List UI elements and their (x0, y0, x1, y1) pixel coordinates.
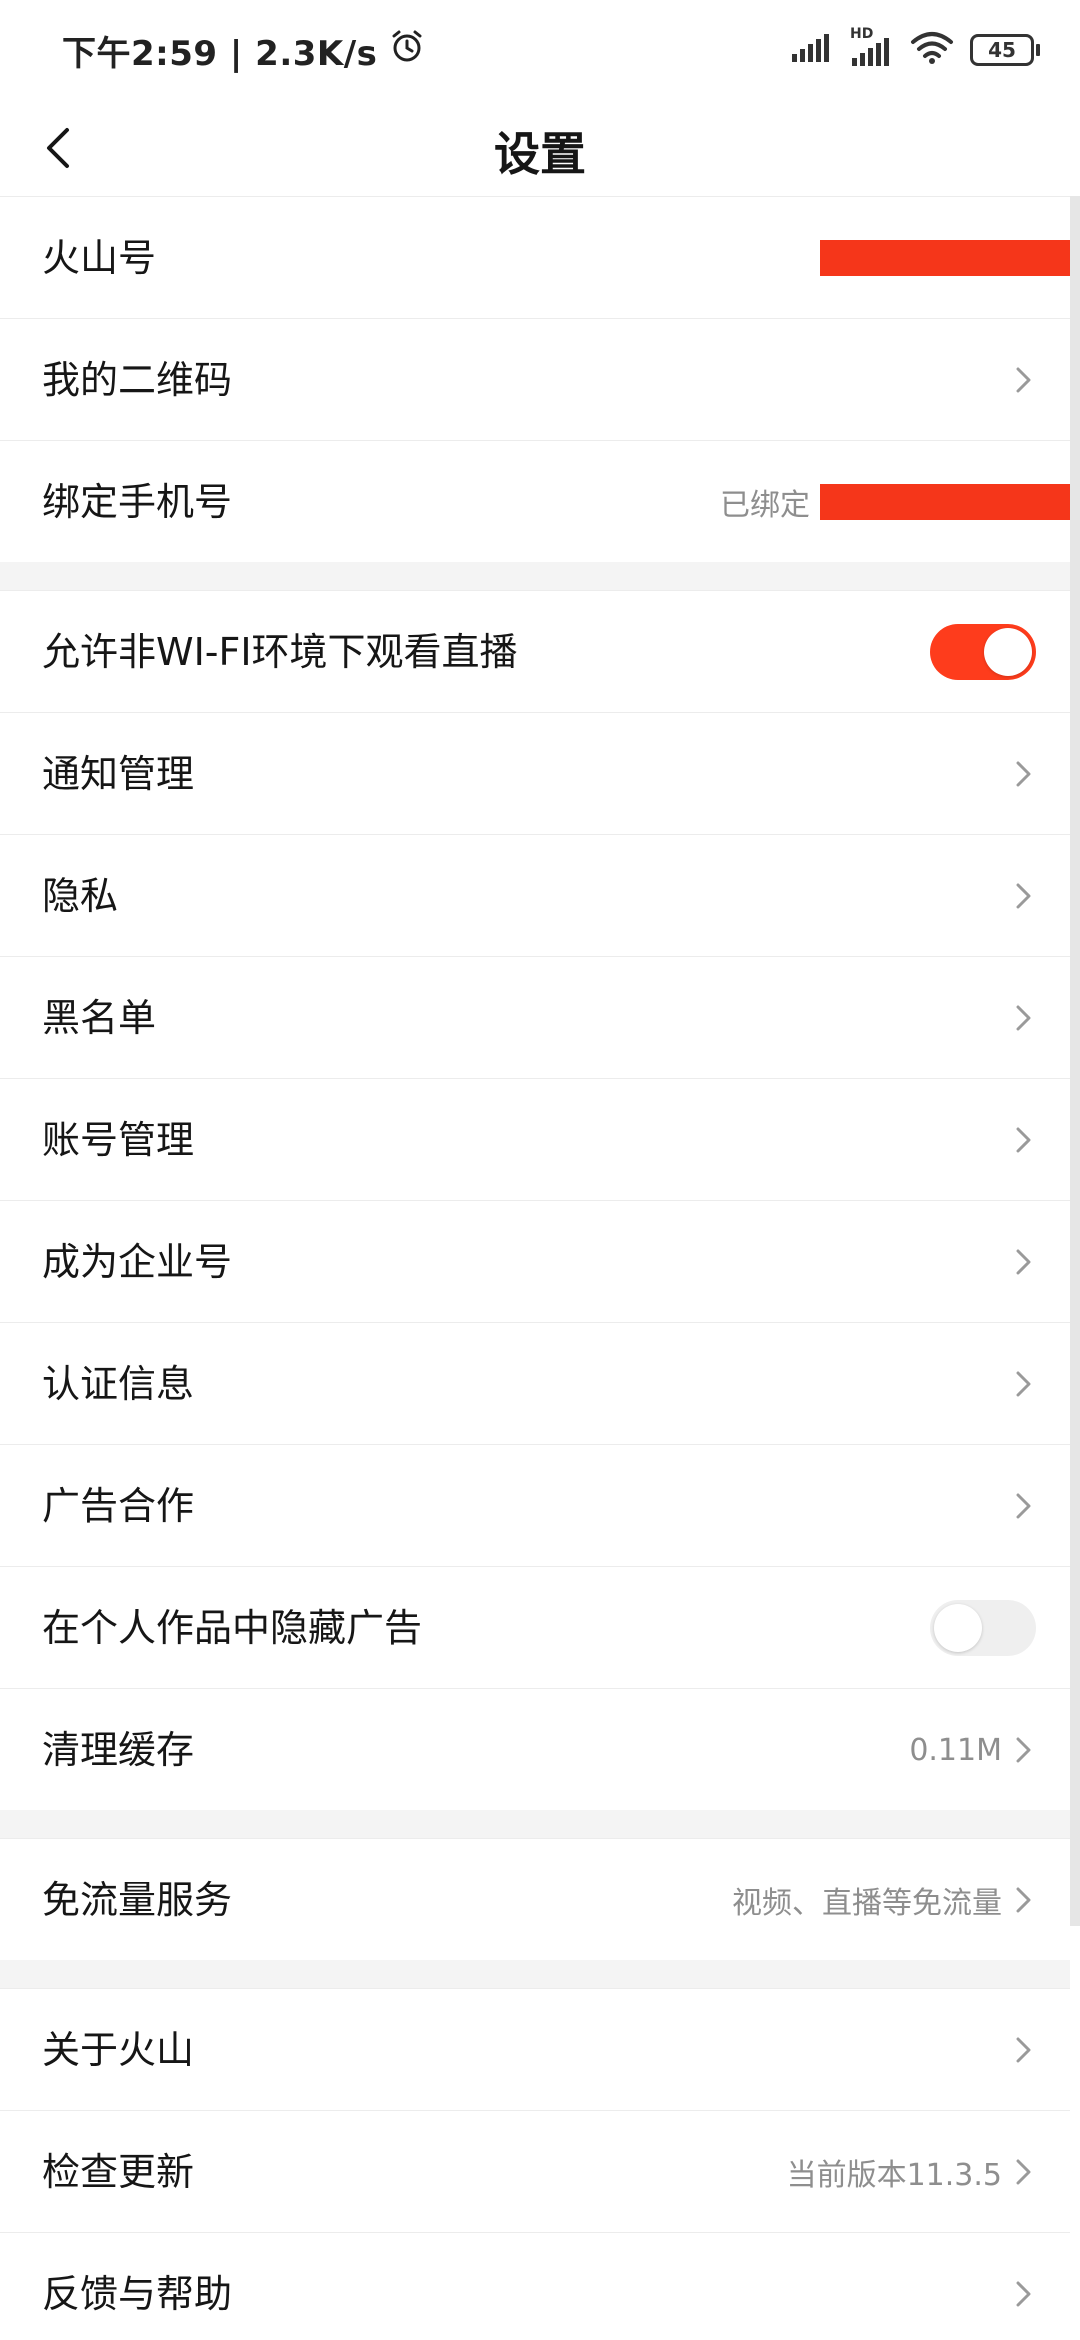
toggle-switch[interactable] (930, 1600, 1036, 1656)
chevron-right-icon (1012, 2279, 1036, 2309)
settings-row-right (1012, 1079, 1036, 1201)
chevron-right-icon (1012, 1125, 1036, 1155)
toggle-knob (934, 1604, 982, 1652)
settings-row-ads-coop[interactable]: 广告合作 (0, 1444, 1070, 1566)
chevron-right-icon (1012, 1369, 1036, 1399)
settings-row-label: 隐私 (42, 874, 119, 918)
chevron-right-icon (1012, 1247, 1036, 1277)
settings-row-free-data[interactable]: 免流量服务 视频、直播等免流量 (0, 1838, 1070, 1960)
settings-row-value: 当前版本11.3.5 (786, 2158, 1002, 2193)
settings-row-value: 已绑定 (720, 488, 810, 523)
chevron-right-icon (1012, 1491, 1036, 1521)
settings-row-label: 我的二维码 (42, 358, 233, 402)
settings-row-huoshan-id[interactable]: 火山号 (0, 196, 1070, 318)
settings-row-value: 视频、直播等免流量 (732, 1886, 1002, 1921)
settings-row-label: 清理缓存 (42, 1728, 195, 1772)
settings-row-right (1012, 2233, 1036, 2340)
section-gap (0, 562, 1070, 590)
scrollbar[interactable] (1070, 196, 1080, 1926)
settings-row-right (1012, 1201, 1036, 1323)
chevron-right-icon (1012, 1735, 1036, 1765)
status-right: HD 45 (790, 26, 1040, 72)
settings-row-hide-ads[interactable]: 在个人作品中隐藏广告 (0, 1566, 1070, 1688)
section-gap (0, 1810, 1070, 1838)
chevron-right-icon (1012, 2157, 1036, 2187)
settings-list: 火山号我的二维码绑定手机号 已绑定允许非WI-FI环境下观看直播 通知管理隐私黑名单… (0, 196, 1070, 2340)
settings-row-value: 0.11M (909, 1732, 1002, 1768)
settings-row-right: 已绑定 (720, 441, 1070, 563)
settings-row-verification[interactable]: 认证信息 (0, 1322, 1070, 1444)
page-title: 设置 (494, 127, 586, 181)
settings-row-blacklist[interactable]: 黑名单 (0, 956, 1070, 1078)
settings-row-label: 黑名单 (42, 996, 157, 1040)
settings-row-label: 允许非WI-FI环境下观看直播 (42, 630, 518, 674)
settings-row-check-update[interactable]: 检查更新 当前版本11.3.5 (0, 2110, 1070, 2232)
settings-row-notifications[interactable]: 通知管理 (0, 712, 1070, 834)
settings-row-clear-cache[interactable]: 清理缓存 0.11M (0, 1688, 1070, 1810)
signal-hd-icon: HD (850, 26, 894, 68)
redaction-bar (820, 484, 1070, 520)
status-time-speed: 下午2:59 | 2.3K/s (62, 34, 378, 74)
settings-row-right: 0.11M (909, 1689, 1036, 1811)
chevron-right-icon (1012, 1885, 1036, 1915)
chevron-right-icon (1012, 881, 1036, 911)
settings-row-right: 当前版本11.3.5 (787, 2111, 1036, 2233)
battery-icon: 45 (970, 34, 1040, 66)
settings-row-qr-code[interactable]: 我的二维码 (0, 318, 1070, 440)
settings-row-right (1012, 319, 1036, 441)
settings-row-label: 绑定手机号 (42, 480, 233, 524)
settings-row-right (1012, 1323, 1036, 1445)
settings-row-right: 视频、直播等免流量 (732, 1839, 1036, 1961)
settings-row-right (1012, 1989, 1036, 2111)
status-bar: 下午2:59 | 2.3K/s HD 45 (0, 0, 1080, 100)
settings-row-about[interactable]: 关于火山 (0, 1988, 1070, 2110)
settings-row-right (1012, 1445, 1036, 1567)
settings-row-right (820, 197, 1070, 319)
settings-row-privacy[interactable]: 隐私 (0, 834, 1070, 956)
settings-row-label: 火山号 (42, 236, 157, 280)
toggle-knob (984, 628, 1032, 676)
settings-row-right (930, 1567, 1036, 1689)
settings-row-enterprise[interactable]: 成为企业号 (0, 1200, 1070, 1322)
status-left: 下午2:59 | 2.3K/s (62, 26, 425, 75)
settings-row-label: 广告合作 (42, 1484, 195, 1528)
redaction-bar (820, 240, 1070, 276)
settings-row-label: 免流量服务 (42, 1878, 233, 1922)
settings-row-feedback[interactable]: 反馈与帮助 (0, 2232, 1070, 2340)
nav-bar: 设置 (0, 100, 1080, 196)
settings-row-label: 账号管理 (42, 1118, 195, 1162)
wifi-icon (910, 30, 954, 70)
settings-row-label: 成为企业号 (42, 1240, 233, 1284)
chevron-right-icon (1012, 365, 1036, 395)
chevron-right-icon (1012, 1003, 1036, 1033)
settings-row-label: 检查更新 (42, 2150, 195, 2194)
settings-row-label: 反馈与帮助 (42, 2272, 233, 2316)
section-gap (0, 1960, 1070, 1988)
settings-row-right (930, 591, 1036, 713)
battery-level: 45 (970, 34, 1034, 66)
toggle-switch[interactable] (930, 624, 1036, 680)
settings-row-label: 认证信息 (42, 1362, 195, 1406)
settings-row-right (1012, 957, 1036, 1079)
settings-row-right (1012, 713, 1036, 835)
settings-row-right (1012, 835, 1036, 957)
chevron-right-icon (1012, 2035, 1036, 2065)
signal-icon (790, 32, 834, 68)
settings-row-label: 关于火山 (42, 2028, 195, 2072)
settings-row-wifi-live[interactable]: 允许非WI-FI环境下观看直播 (0, 590, 1070, 712)
settings-row-account[interactable]: 账号管理 (0, 1078, 1070, 1200)
settings-row-label: 在个人作品中隐藏广告 (42, 1606, 423, 1650)
chevron-right-icon (1012, 759, 1036, 789)
settings-row-label: 通知管理 (42, 752, 195, 796)
alarm-icon (389, 28, 425, 73)
settings-row-bind-phone[interactable]: 绑定手机号 已绑定 (0, 440, 1070, 562)
